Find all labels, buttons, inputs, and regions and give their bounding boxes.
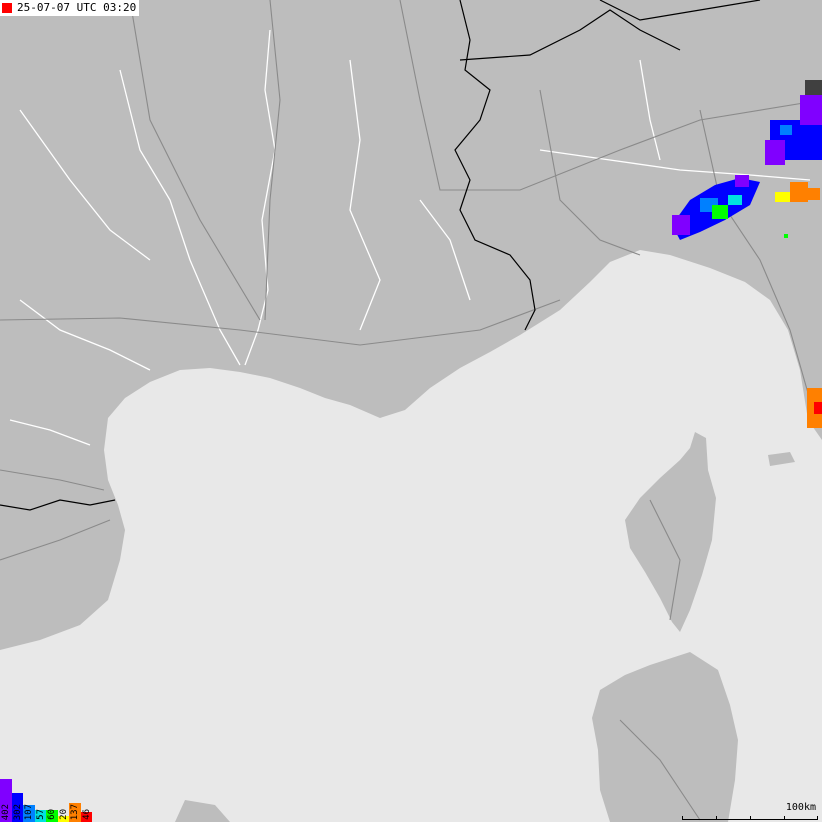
legend-label: 60 <box>47 809 57 820</box>
legend-label: 402 <box>1 803 11 820</box>
lightning-map[interactable] <box>0 0 822 822</box>
legend-label: 302 <box>12 803 23 820</box>
time-indicator-icon <box>2 3 12 13</box>
legend-label: 46 <box>81 809 92 820</box>
legend-item: 402 <box>0 774 12 822</box>
strike-count-legend: 402 302 107 57 60 20 137 46 <box>0 774 92 822</box>
legend-label: 137 <box>70 803 80 820</box>
legend-label: 20 <box>58 809 69 820</box>
legend-label: 107 <box>24 803 34 820</box>
legend-item: 302 <box>11 774 23 822</box>
timestamp-text: 25-07-07 UTC 03:20 <box>17 1 137 14</box>
legend-item: 46 <box>80 774 92 822</box>
timestamp-label: 25-07-07 UTC 03:20 <box>0 0 140 16</box>
legend-item: 60 <box>46 774 58 822</box>
scale-tick <box>750 816 751 820</box>
legend-item: 20 <box>57 774 69 822</box>
strike-cluster-tuscany-coast <box>807 388 822 428</box>
legend-label: 57 <box>35 809 46 820</box>
scale-bar: 100km <box>682 802 818 820</box>
scale-tick <box>784 816 785 820</box>
legend-item: 107 <box>23 774 35 822</box>
legend-item: 137 <box>69 774 81 822</box>
scale-label: 100km <box>785 802 816 813</box>
scale-tick <box>716 816 717 820</box>
legend-item: 57 <box>34 774 46 822</box>
